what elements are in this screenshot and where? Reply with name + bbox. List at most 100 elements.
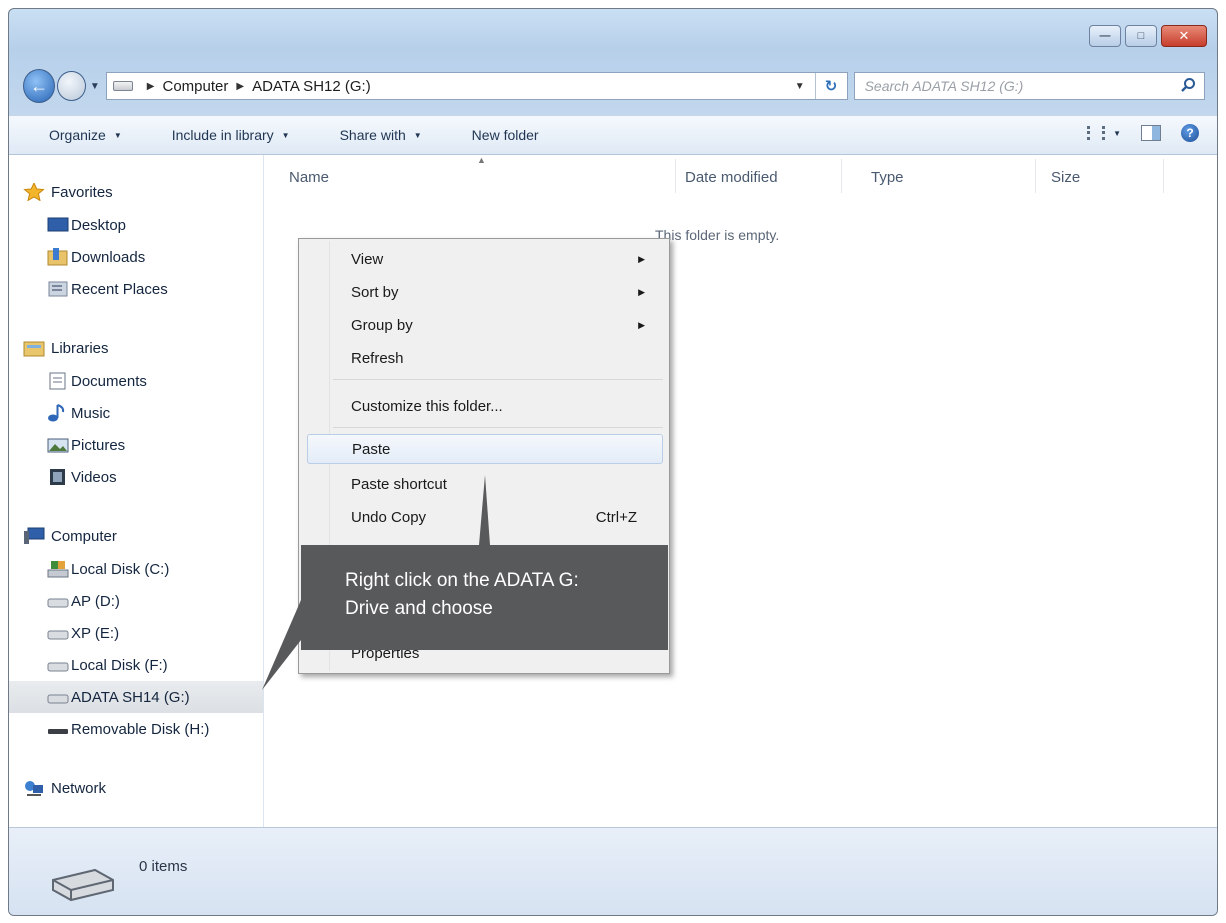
change-view-button[interactable]: ▼ [1087,126,1121,140]
nav-desktop[interactable]: Desktop [9,209,263,241]
menu-item-label: Group by [351,316,413,334]
refresh-button[interactable]: ↻ [814,73,847,99]
search-input[interactable] [864,78,1185,94]
details-pane: 0 items [9,827,1217,915]
nav-ap-d[interactable]: AP (D:) [9,585,263,617]
nav-local-disk-c[interactable]: Local Disk (C:) [9,553,263,585]
new-folder-button[interactable]: New folder [472,127,539,143]
libraries-group: Libraries Documents Music Pictures Video… [9,331,263,493]
libraries-icon [23,341,45,357]
removable-drive-icon [48,729,68,734]
new-folder-label: New folder [471,127,539,143]
menu-item-label: Refresh [351,349,404,367]
menu-item-customize-folder[interactable]: Customize this folder... [351,391,659,421]
chevron-down-icon: ▼ [1113,128,1121,138]
submenu-arrow-icon: ▶ [638,286,645,297]
help-icon[interactable]: ? [1181,124,1199,142]
breadcrumb-separator-icon[interactable]: ▶ [236,81,244,92]
computer-group: Computer Local Disk (C:) AP (D:) XP (E:)… [9,519,263,745]
nav-downloads[interactable]: Downloads [9,241,263,273]
favorites-group: Favorites Desktop Downloads Recent Place… [9,175,263,305]
menu-separator [333,427,663,428]
back-button[interactable]: ← [23,69,56,103]
breadcrumb-separator-icon[interactable]: ▶ [147,81,155,92]
column-type[interactable]: Type [871,169,904,186]
share-with-menu[interactable]: Share with ▼ [340,127,422,143]
menu-item-label: Undo Copy [351,508,427,526]
downloads-label: Downloads [71,248,146,266]
preview-pane-button[interactable] [1141,125,1161,141]
menu-item-label: Paste [352,440,391,458]
column-divider[interactable] [841,159,842,193]
submenu-arrow-icon: ▶ [638,253,645,264]
videos-icon [50,469,65,485]
forward-button[interactable] [57,71,86,101]
navigation-row: ← ▼ ▶ Computer ▶ ADATA SH12 (G:) ▼ ↻ [23,67,1205,105]
drive-icon [47,598,69,608]
nav-documents[interactable]: Documents [9,365,263,397]
network-label: Network [51,779,107,797]
column-divider[interactable] [1163,159,1164,193]
address-bar[interactable]: ▶ Computer ▶ ADATA SH12 (G:) ▼ ↻ [105,72,848,100]
menu-item-refresh[interactable]: Refresh [351,343,659,373]
column-divider[interactable] [1035,159,1036,193]
maximize-button[interactable]: □ [1125,25,1157,47]
address-history-dropdown[interactable]: ▼ [795,81,805,92]
column-size[interactable]: Size [1051,169,1080,186]
nav-libraries[interactable]: Libraries [9,331,263,365]
menu-item-sort-by[interactable]: Sort by ▶ [351,277,659,307]
nav-computer[interactable]: Computer [9,519,263,553]
include-in-library-menu[interactable]: Include in library ▼ [172,127,290,143]
nav-local-disk-f[interactable]: Local Disk (F:) [9,649,263,681]
column-name[interactable]: Name [289,169,329,186]
share-with-label: Share with [339,127,406,143]
menu-item-shortcut: Ctrl+Z [595,508,637,526]
recent-pages-dropdown[interactable]: ▼ [90,81,100,92]
views-icon [1087,126,1106,140]
menu-item-label: Paste shortcut [351,475,447,493]
column-divider[interactable] [675,159,676,193]
breadcrumb-computer[interactable]: Computer [163,78,229,95]
organize-menu[interactable]: Organize ▼ [49,127,122,143]
nav-recent-places[interactable]: Recent Places [9,273,263,305]
instruction-callout: Right click on the ADATA G: Drive and ch… [301,545,668,650]
system-drive-icon [47,561,69,578]
nav-xp-e[interactable]: XP (E:) [9,617,263,649]
minimize-button[interactable]: — [1089,25,1121,47]
menu-item-group-by[interactable]: Group by ▶ [351,310,659,340]
menu-item-undo-copy[interactable]: Undo Copy Ctrl+Z [351,502,659,532]
sort-ascending-icon: ▲ [477,155,486,165]
nav-pictures[interactable]: Pictures [9,429,263,461]
menu-item-paste-shortcut[interactable]: Paste shortcut [351,469,659,499]
drive-icon [47,662,69,672]
menu-item-view[interactable]: View ▶ [351,244,659,274]
nav-network[interactable]: Network [9,771,263,805]
column-headers: ▲ Name Date modified Type Size [265,155,1217,197]
chevron-down-icon: ▼ [413,130,422,140]
nav-favorites[interactable]: Favorites [9,175,263,209]
nav-adata-drive[interactable]: ADATA SH14 (G:) [9,681,263,713]
downloads-icon [47,248,68,266]
close-button[interactable]: ✕ [1161,25,1207,47]
nav-removable-disk-h[interactable]: Removable Disk (H:) [9,713,263,745]
maximize-icon: □ [1137,30,1145,42]
nav-music[interactable]: Music [9,397,263,429]
documents-label: Documents [71,372,147,390]
breadcrumb-current-drive[interactable]: ADATA SH12 (G:) [252,78,371,95]
desktop-label: Desktop [71,216,127,234]
computer-icon [24,527,45,544]
recent-places-icon [48,281,68,297]
organize-label: Organize [49,127,106,143]
search-box[interactable] [853,72,1205,100]
computer-label: Computer [51,527,117,545]
column-date-modified[interactable]: Date modified [685,169,778,186]
recent-places-label: Recent Places [71,280,168,298]
window-controls: — □ ✕ [1089,25,1207,47]
menu-item-paste[interactable]: Paste [307,434,663,464]
nav-videos[interactable]: Videos [9,461,263,493]
adata-drive-label: ADATA SH14 (G:) [71,688,190,706]
search-icon[interactable] [1180,77,1196,93]
menu-item-label: View [351,250,384,268]
xp-e-label: XP (E:) [71,624,120,642]
favorites-label: Favorites [51,183,113,201]
